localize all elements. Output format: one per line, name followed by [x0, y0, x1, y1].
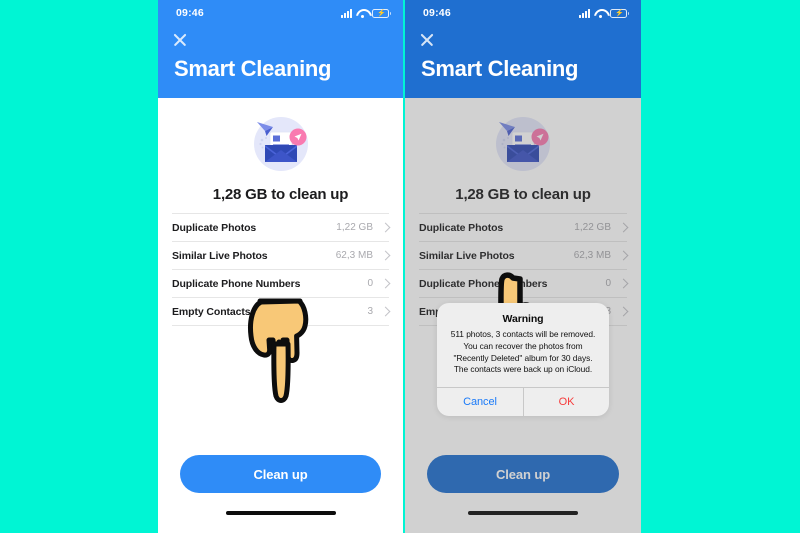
- dialog-title: Warning: [502, 313, 544, 325]
- app-header-right: 09:46 ⚡ Smart Cleaning: [405, 0, 641, 98]
- chevron-right-icon: [380, 250, 391, 261]
- dialog-actions: Cancel OK: [437, 387, 609, 417]
- row-value: 62,3 MB: [573, 250, 611, 261]
- close-icon[interactable]: [172, 32, 188, 48]
- table-row[interactable]: Duplicate Phone Numbers 0: [172, 269, 391, 297]
- header-close-row: [405, 26, 641, 54]
- email-document-illustration: [253, 117, 308, 171]
- chevron-right-icon: [618, 306, 629, 317]
- screen-body-right: 1,28 GB to clean up Duplicate Photos 1,2…: [405, 98, 641, 533]
- chevron-right-icon: [380, 222, 391, 233]
- chevron-right-icon: [618, 278, 629, 289]
- row-label: Duplicate Phone Numbers: [419, 277, 548, 290]
- cleanup-category-list-left: Duplicate Photos 1,22 GB Similar Live Ph…: [158, 213, 403, 326]
- status-bar-left: 09:46 ⚡: [158, 0, 403, 26]
- table-row[interactable]: Similar Live Photos 62,3 MB: [419, 241, 629, 269]
- status-bar-right: 09:46 ⚡: [405, 0, 641, 26]
- header-close-row: [158, 26, 403, 54]
- row-value: 0: [605, 278, 611, 289]
- table-row[interactable]: Duplicate Photos 1,22 GB: [419, 213, 629, 241]
- phone-screen-right: 09:46 ⚡ Smart Cleaning 1,28 GB to clean …: [405, 0, 641, 533]
- row-label: Duplicate Photos: [419, 221, 504, 234]
- page-title: Smart Cleaning: [174, 56, 332, 81]
- cellular-signal-icon: [341, 8, 352, 18]
- footer-right: Clean up: [405, 455, 641, 533]
- home-indicator-wrap: [427, 493, 619, 533]
- dialog-body: Warning 511 photos, 3 contacts will be r…: [437, 303, 609, 387]
- warning-dialog: Warning 511 photos, 3 contacts will be r…: [437, 303, 609, 417]
- table-row[interactable]: Duplicate Photos 1,22 GB: [172, 213, 391, 241]
- home-indicator-bar: [225, 511, 336, 515]
- illustration-wrap: [158, 98, 403, 184]
- chevron-right-icon: [618, 250, 629, 261]
- row-value: 0: [367, 278, 373, 289]
- status-time: 09:46: [423, 7, 451, 19]
- row-label: Empty Contacts: [172, 305, 251, 318]
- chevron-right-icon: [380, 278, 391, 289]
- status-time: 09:46: [176, 7, 204, 19]
- cellular-signal-icon: [579, 8, 590, 18]
- total-size-label: 1,28 GB to clean up: [212, 186, 349, 203]
- battery-low-power-icon: ⚡: [372, 8, 391, 18]
- dialog-message: 511 photos, 3 contacts will be removed. …: [450, 329, 596, 375]
- email-document-illustration: [496, 117, 550, 171]
- table-row[interactable]: Duplicate Phone Numbers 0: [419, 269, 629, 297]
- screen-body-left: 1,28 GB to clean up Duplicate Photos 1,2…: [158, 98, 403, 533]
- battery-low-power-icon: ⚡: [610, 8, 629, 18]
- home-indicator-wrap: [180, 493, 381, 533]
- illustration-wrap: [405, 98, 641, 184]
- row-label: Similar Live Photos: [419, 249, 515, 262]
- ok-button[interactable]: OK: [523, 388, 609, 417]
- chevron-right-icon: [618, 222, 629, 233]
- row-label: Duplicate Photos: [172, 221, 257, 234]
- status-icons: ⚡: [579, 8, 629, 18]
- status-icons: ⚡: [341, 8, 391, 18]
- wifi-icon: [356, 9, 368, 18]
- total-size-label: 1,28 GB to clean up: [455, 186, 591, 203]
- row-value: 62,3 MB: [335, 250, 373, 261]
- screenshot-canvas: 09:46 ⚡ Smart Cleaning 1,28 GB to clean …: [0, 0, 800, 533]
- table-row[interactable]: Similar Live Photos 62,3 MB: [172, 241, 391, 269]
- clean-up-button[interactable]: Clean up: [180, 455, 381, 493]
- row-label: Similar Live Photos: [172, 249, 268, 262]
- app-header-left: 09:46 ⚡ Smart Cleaning: [158, 0, 403, 98]
- row-label: Duplicate Phone Numbers: [172, 277, 301, 290]
- cancel-button[interactable]: Cancel: [437, 388, 523, 416]
- close-icon[interactable]: [419, 32, 435, 48]
- row-value: 1,22 GB: [336, 222, 373, 233]
- row-value: 3: [367, 306, 373, 317]
- chevron-right-icon: [380, 306, 391, 317]
- home-indicator-bar: [468, 511, 578, 515]
- wifi-icon: [594, 9, 606, 18]
- table-row[interactable]: Empty Contacts 3: [172, 297, 391, 325]
- footer-left: Clean up: [158, 455, 403, 533]
- phone-screen-left: 09:46 ⚡ Smart Cleaning 1,28 GB to clean …: [158, 0, 403, 533]
- list-bottom-divider: [172, 325, 389, 326]
- page-title: Smart Cleaning: [421, 56, 579, 81]
- clean-up-button[interactable]: Clean up: [427, 455, 619, 493]
- row-value: 1,22 GB: [574, 222, 611, 233]
